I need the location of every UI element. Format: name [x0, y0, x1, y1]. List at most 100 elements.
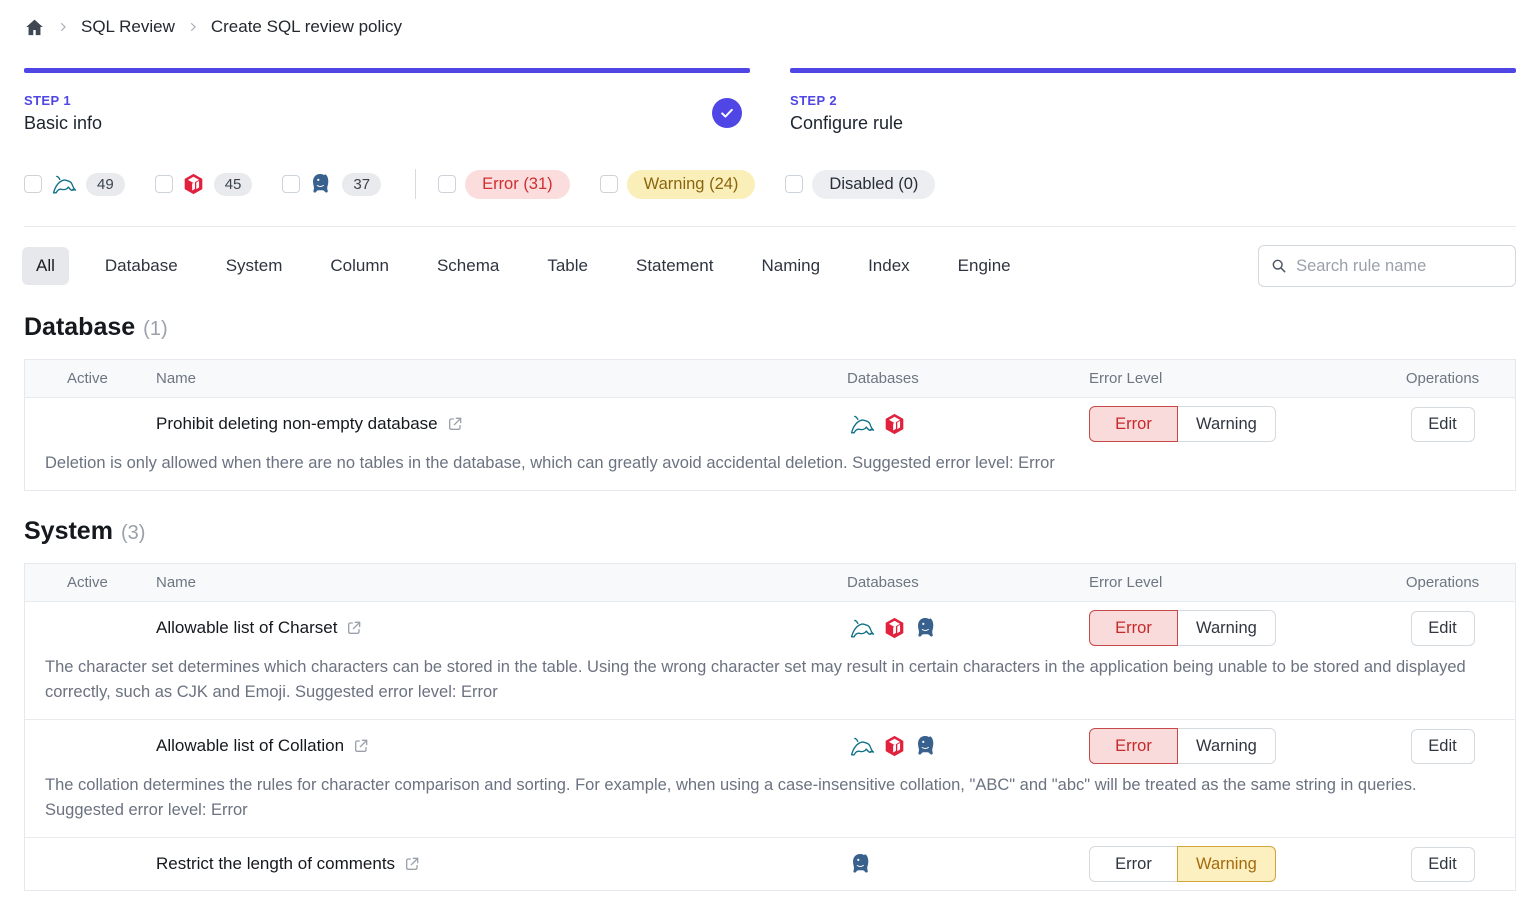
tab-all[interactable]: All: [22, 247, 69, 285]
rule-block: Restrict the length of comments Error Wa…: [25, 837, 1515, 890]
postgresql-icon: [849, 852, 873, 876]
table-row: Prohibit deleting non-empty database Err…: [25, 398, 1515, 450]
level-pill[interactable]: Disabled (0): [812, 170, 935, 199]
category-tabs: All Database System Column Schema Table Statem…: [24, 245, 1516, 287]
level-checkbox[interactable]: [600, 175, 618, 193]
operations-cell: Edit: [1370, 611, 1515, 646]
rule-name-link[interactable]: Allowable list of Collation: [156, 736, 847, 756]
level-filter[interactable]: Error (31): [438, 170, 570, 199]
tidb-icon: [883, 616, 906, 640]
toggle-knob: [45, 866, 65, 886]
engine-filter[interactable]: 49: [24, 172, 125, 196]
mysql-icon: [849, 616, 875, 640]
rule-block: Allowable list of Collation Error Warnin…: [25, 719, 1515, 837]
error-level-button[interactable]: Error: [1089, 610, 1178, 646]
tidb-icon: [182, 172, 205, 196]
rule-section: Database (1) Active Name Databases Error…: [24, 313, 1516, 491]
engine-count-badge: 37: [342, 173, 381, 196]
warning-level-button[interactable]: Warning: [1177, 846, 1276, 882]
wizard-step[interactable]: STEP 1 Basic info: [24, 68, 750, 134]
col-header-databases: Databases: [847, 370, 1089, 387]
tidb-icon: [883, 734, 906, 758]
filter-bar: 49 45 37 Error (31) Warning (24) Disable…: [24, 168, 1516, 200]
engine-icon-slot: [182, 172, 205, 196]
rule-name-link[interactable]: Prohibit deleting non-empty database: [156, 414, 847, 434]
operations-cell: Edit: [1370, 847, 1515, 882]
level-pill[interactable]: Warning (24): [627, 170, 756, 199]
rule-description: Deletion is only allowed when there are …: [25, 450, 1515, 490]
rule-name: Restrict the length of comments: [156, 854, 395, 874]
level-checkbox[interactable]: [785, 175, 803, 193]
level-checkbox[interactable]: [438, 175, 456, 193]
table-row: Allowable list of Collation Error Warnin…: [25, 720, 1515, 772]
search-input[interactable]: [1296, 257, 1503, 276]
tab-statement[interactable]: Statement: [636, 247, 714, 285]
create-sql-review-policy-page: SQL Review Create SQL review policy STEP…: [0, 0, 1530, 912]
rule-name-link[interactable]: Restrict the length of comments: [156, 854, 847, 874]
col-header-operations: Operations: [1370, 574, 1515, 591]
home-icon[interactable]: [24, 17, 45, 38]
search-rule-field[interactable]: [1258, 245, 1516, 287]
step-indicator: STEP 1 Basic info STEP 2 Configure rule: [24, 68, 1516, 134]
engine-icon-slot: [309, 172, 333, 196]
col-header-active: Active: [25, 370, 156, 387]
col-header-error-level: Error Level: [1089, 370, 1370, 387]
engine-count-badge: 45: [214, 173, 253, 196]
error-level-cell: Error Warning: [1089, 846, 1370, 882]
level-filter[interactable]: Disabled (0): [785, 170, 935, 199]
section-title: System: [24, 517, 113, 546]
edit-button[interactable]: Edit: [1411, 847, 1475, 882]
warning-level-button[interactable]: Warning: [1177, 406, 1276, 442]
vertical-divider: [415, 169, 416, 199]
edit-button[interactable]: Edit: [1411, 729, 1475, 764]
level-filter[interactable]: Warning (24): [600, 170, 756, 199]
engine-checkbox[interactable]: [282, 175, 300, 193]
engine-checkbox[interactable]: [24, 175, 42, 193]
tab-schema[interactable]: Schema: [437, 247, 499, 285]
tab-table[interactable]: Table: [547, 247, 588, 285]
breadcrumb-create-policy: Create SQL review policy: [211, 17, 402, 37]
warning-level-button[interactable]: Warning: [1177, 610, 1276, 646]
tab-index[interactable]: Index: [868, 247, 910, 285]
table-header-row: Active Name Databases Error Level Operat…: [25, 360, 1515, 398]
col-header-name: Name: [156, 370, 847, 387]
error-level-button[interactable]: Error: [1089, 728, 1178, 764]
external-link-icon: [447, 416, 463, 432]
edit-button[interactable]: Edit: [1411, 611, 1475, 646]
rule-block: Prohibit deleting non-empty database Err…: [25, 398, 1515, 490]
rule-sections: Database (1) Active Name Databases Error…: [24, 313, 1516, 891]
step-label: STEP 1: [24, 93, 750, 108]
engine-filter[interactable]: 37: [282, 172, 381, 196]
warning-level-button[interactable]: Warning: [1177, 728, 1276, 764]
table-header-row: Active Name Databases Error Level Operat…: [25, 564, 1515, 602]
error-level-button[interactable]: Error: [1089, 406, 1178, 442]
postgresql-icon: [914, 616, 938, 640]
edit-button[interactable]: Edit: [1411, 407, 1475, 442]
mysql-icon: [51, 172, 77, 196]
external-link-icon: [346, 620, 362, 636]
step-progress-bar: [24, 68, 750, 73]
divider: [24, 226, 1516, 227]
rule-name: Prohibit deleting non-empty database: [156, 414, 438, 434]
tab-database[interactable]: Database: [105, 247, 178, 285]
tab-column[interactable]: Column: [330, 247, 389, 285]
engine-checkbox[interactable]: [155, 175, 173, 193]
col-header-name: Name: [156, 574, 847, 591]
wizard-step[interactable]: STEP 2 Configure rule: [790, 68, 1516, 134]
engine-filter[interactable]: 45: [155, 172, 253, 196]
level-pill[interactable]: Error (31): [465, 170, 570, 199]
tab-engine[interactable]: Engine: [958, 247, 1011, 285]
operations-cell: Edit: [1370, 729, 1515, 764]
rule-section: System (3) Active Name Databases Error L…: [24, 517, 1516, 891]
toggle-knob: [45, 748, 65, 768]
step-progress-bar: [790, 68, 1516, 73]
toggle-knob: [45, 426, 65, 446]
breadcrumb-sql-review[interactable]: SQL Review: [81, 17, 175, 37]
error-level-button[interactable]: Error: [1089, 846, 1178, 882]
section-heading: Database (1): [24, 313, 1516, 342]
tab-naming[interactable]: Naming: [761, 247, 820, 285]
error-level-cell: Error Warning: [1089, 610, 1370, 646]
operations-cell: Edit: [1370, 407, 1515, 442]
rule-name-link[interactable]: Allowable list of Charset: [156, 618, 847, 638]
tab-system[interactable]: System: [226, 247, 283, 285]
